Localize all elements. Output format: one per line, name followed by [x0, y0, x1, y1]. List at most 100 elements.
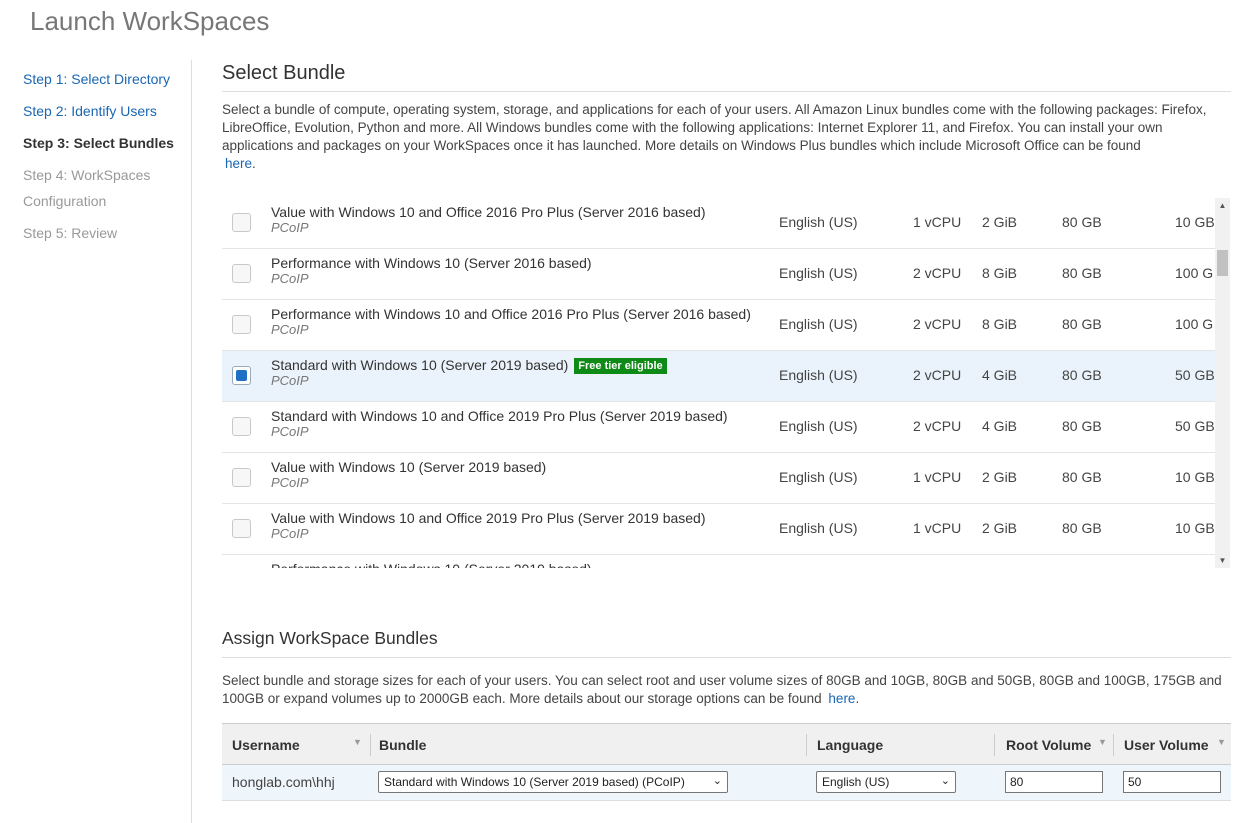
assign-bundles-table: Username ▼ Bundle Language Root Volume ▼…	[222, 723, 1231, 801]
bundle-root-volume: 80 GB	[1062, 418, 1102, 434]
bundle-vcpu: 1 vCPU	[913, 214, 962, 230]
bundle-row[interactable]: Value with Windows 10 and Office 2019 Pr…	[222, 504, 1230, 555]
step-identify-users[interactable]: Step 2: Identify Users	[23, 98, 191, 124]
bundle-user-volume: 10 GB	[1175, 214, 1215, 230]
bundle-row[interactable]: Performance with Windows 10 and Office 2…	[222, 300, 1230, 351]
bundle-memory: 8 GiB	[982, 316, 1018, 332]
bundle-language: English (US)	[779, 214, 858, 230]
select-bundle-description-text: Select a bundle of compute, operating sy…	[222, 102, 1207, 153]
bundle-vcpu: 2 vCPU	[913, 367, 962, 383]
bundle-select[interactable]: Standard with Windows 10 (Server 2019 ba…	[378, 771, 728, 793]
bundle-name: Value with Windows 10 (Server 2019 based…	[271, 459, 547, 475]
bundle-row-partial[interactable]: Performance with Windows 10 (Server 2019…	[222, 555, 1230, 568]
column-header-root-volume[interactable]: Root Volume	[1006, 737, 1091, 753]
bundle-row[interactable]: Value with Windows 10 (Server 2019 based…	[222, 453, 1230, 504]
bundle-vcpu: 1 vCPU	[913, 469, 962, 485]
assign-bundles-description: Select bundle and storage sizes for each…	[222, 673, 1222, 706]
step-select-bundles: Step 3: Select Bundles	[23, 135, 174, 151]
bundle-root-volume: 80 GB	[1062, 265, 1102, 281]
page-title: Launch WorkSpaces	[30, 6, 270, 36]
bundle-name: Performance with Windows 10 (Server 2019…	[271, 561, 592, 568]
bundle-checkbox[interactable]	[232, 315, 251, 334]
table-row: honglab.com\hhj Standard with Windows 10…	[222, 765, 1231, 801]
assign-bundles-description-text: Select bundle and storage sizes for each…	[222, 673, 1222, 706]
bundle-user-volume: 50 GB	[1175, 418, 1215, 434]
bundle-language: English (US)	[779, 520, 858, 536]
bundle-language: English (US)	[779, 418, 858, 434]
bundle-vcpu: 2 vCPU	[913, 265, 962, 281]
bundle-name: Performance with Windows 10 (Server 2016…	[271, 255, 592, 271]
bundle-protocol: PCoIP	[271, 373, 309, 388]
bundle-user-volume: 100 G	[1175, 316, 1214, 332]
bundle-row[interactable]: Standard with Windows 10 (Server 2019 ba…	[222, 351, 1230, 402]
scrollbar-thumb[interactable]	[1217, 250, 1228, 276]
step-workspaces-configuration: Step 4: WorkSpaces Configuration	[23, 167, 151, 209]
bundle-user-volume: 10 GB	[1175, 520, 1215, 536]
bundle-name: Standard with Windows 10 and Office 2019…	[271, 408, 728, 424]
select-bundle-description: Select a bundle of compute, operating sy…	[222, 102, 1207, 171]
bundle-list-scrollbar[interactable]: ▲ ▼	[1215, 198, 1230, 568]
bundle-name: Standard with Windows 10 (Server 2019 ba…	[271, 357, 569, 373]
bundle-memory: 2 GiB	[982, 214, 1018, 230]
scroll-down-arrow-icon[interactable]: ▼	[1215, 553, 1230, 568]
bundle-language: English (US)	[779, 316, 858, 332]
sort-username-icon[interactable]: ▼	[353, 737, 362, 747]
bundle-user-volume: 100 G	[1175, 265, 1214, 281]
bundle-memory: 2 GiB	[982, 520, 1018, 536]
column-header-bundle[interactable]: Bundle	[379, 737, 426, 753]
assign-bundles-section: Assign WorkSpace Bundles Select bundle a…	[222, 628, 1231, 708]
bundle-details-here-link[interactable]: here	[222, 156, 252, 171]
bundle-checkbox[interactable]	[232, 417, 251, 436]
bundle-list: Value with Windows 10 and Office 2016 Pr…	[222, 198, 1230, 568]
bundle-protocol: PCoIP	[271, 271, 309, 286]
bundle-user-volume: 50 GB	[1175, 367, 1215, 383]
bundle-protocol: PCoIP	[271, 322, 309, 337]
bundle-name: Value with Windows 10 and Office 2019 Pr…	[271, 510, 706, 526]
bundle-memory: 4 GiB	[982, 418, 1018, 434]
language-select[interactable]: English (US) ⌄	[816, 771, 956, 793]
section-title-select-bundle: Select Bundle	[222, 62, 1231, 92]
bundle-user-volume: 10 GB	[1175, 469, 1215, 485]
bundle-checkbox[interactable]	[232, 264, 251, 283]
column-header-language[interactable]: Language	[817, 737, 883, 753]
step-review: Step 5: Review	[23, 225, 118, 241]
bundle-protocol: PCoIP	[271, 220, 309, 235]
free-tier-badge: Free tier eligible	[574, 358, 667, 374]
bundle-language: English (US)	[779, 367, 858, 383]
bundle-row[interactable]: Performance with Windows 10 (Server 2016…	[222, 249, 1230, 300]
bundle-protocol: PCoIP	[271, 424, 309, 439]
bundle-memory: 2 GiB	[982, 469, 1018, 485]
bundle-root-volume: 80 GB	[1062, 469, 1102, 485]
bundle-root-volume: 80 GB	[1062, 367, 1102, 383]
user-volume-input[interactable]: 50	[1123, 771, 1221, 793]
bundle-name: Performance with Windows 10 and Office 2…	[271, 306, 751, 322]
bundle-language: English (US)	[779, 469, 858, 485]
bundle-name: Value with Windows 10 and Office 2016 Pr…	[271, 204, 706, 220]
bundle-root-volume: 80 GB	[1062, 316, 1102, 332]
bundle-row[interactable]: Value with Windows 10 and Office 2016 Pr…	[222, 198, 1230, 249]
chevron-down-icon: ⌄	[940, 775, 950, 787]
bundle-language: English (US)	[779, 265, 858, 281]
column-header-user-volume[interactable]: User Volume	[1124, 737, 1209, 753]
chevron-down-icon: ⌄	[712, 775, 722, 787]
bundle-protocol: PCoIP	[271, 526, 309, 541]
bundle-checkbox[interactable]	[232, 366, 251, 385]
sort-root-volume-icon[interactable]: ▼	[1098, 737, 1107, 747]
sort-user-volume-icon[interactable]: ▼	[1217, 737, 1226, 747]
bundle-checkbox[interactable]	[232, 468, 251, 487]
bundle-checkbox[interactable]	[232, 519, 251, 538]
bundle-checkbox[interactable]	[232, 213, 251, 232]
bundle-root-volume: 80 GB	[1062, 214, 1102, 230]
scroll-up-arrow-icon[interactable]: ▲	[1215, 198, 1230, 213]
column-header-username[interactable]: Username	[232, 737, 300, 753]
step-select-directory[interactable]: Step 1: Select Directory	[23, 66, 191, 92]
table-header: Username ▼ Bundle Language Root Volume ▼…	[222, 723, 1231, 765]
bundle-protocol: PCoIP	[271, 475, 309, 490]
storage-details-here-link[interactable]: here	[825, 691, 855, 706]
bundle-row[interactable]: Standard with Windows 10 and Office 2019…	[222, 402, 1230, 453]
bundle-memory: 4 GiB	[982, 367, 1018, 383]
bundle-memory: 8 GiB	[982, 265, 1018, 281]
root-volume-input[interactable]: 80	[1005, 771, 1103, 793]
select-bundle-section: Select Bundle Select a bundle of compute…	[222, 62, 1231, 173]
wizard-steps: Step 1: Select Directory Step 2: Identif…	[23, 66, 191, 252]
